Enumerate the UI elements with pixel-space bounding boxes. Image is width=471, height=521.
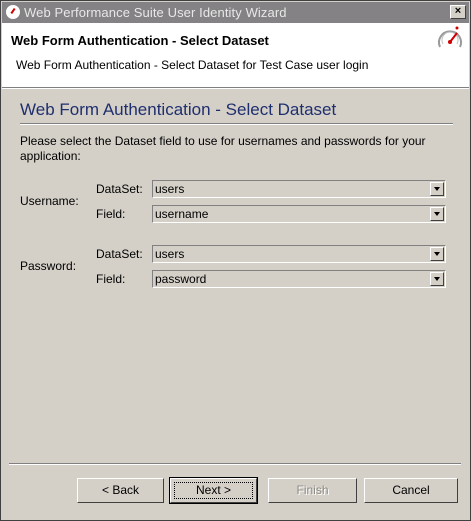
password-field-label: Field:	[96, 272, 126, 286]
chevron-down-icon[interactable]	[430, 247, 444, 261]
header-subtitle: Web Form Authentication - Select Dataset…	[16, 58, 369, 72]
next-button[interactable]: Next >	[169, 477, 258, 504]
wizard-header: Web Form Authentication - Select Dataset…	[2, 23, 469, 88]
username-dataset-value: users	[155, 182, 185, 196]
stopwatch-logo-icon	[438, 26, 462, 48]
header-divider	[2, 88, 469, 89]
finish-button[interactable]: Finish	[268, 478, 357, 503]
title-bar[interactable]: Web Performance Suite User Identity Wiza…	[2, 2, 469, 23]
password-field-value: password	[155, 272, 207, 286]
instructions-text: Please select the Dataset field to use f…	[20, 134, 426, 163]
username-group-label: Username:	[20, 194, 79, 208]
app-stopwatch-icon	[6, 5, 20, 19]
back-button[interactable]: < Back	[77, 478, 164, 503]
password-field-select[interactable]: password	[152, 270, 446, 288]
wizard-window: Web Performance Suite User Identity Wiza…	[0, 0, 471, 521]
password-dataset-label: DataSet:	[96, 247, 143, 261]
page-title: Web Form Authentication - Select Dataset	[20, 100, 337, 119]
window-title: Web Performance Suite User Identity Wiza…	[24, 5, 287, 20]
header-title: Web Form Authentication - Select Dataset	[11, 33, 269, 48]
username-field-label: Field:	[96, 207, 126, 221]
footer-divider	[9, 463, 461, 465]
title-divider	[20, 123, 453, 125]
password-dataset-value: users	[155, 247, 185, 261]
username-dataset-label: DataSet:	[96, 182, 143, 196]
close-button[interactable]: ×	[450, 5, 466, 19]
focus-ring	[174, 482, 253, 499]
username-field-value: username	[155, 207, 209, 221]
username-field-select[interactable]: username	[152, 205, 446, 223]
username-dataset-select[interactable]: users	[152, 180, 446, 198]
chevron-down-icon[interactable]	[430, 207, 444, 221]
chevron-down-icon[interactable]	[430, 272, 444, 286]
chevron-down-icon[interactable]	[430, 182, 444, 196]
cancel-button[interactable]: Cancel	[364, 478, 458, 503]
password-dataset-select[interactable]: users	[152, 245, 446, 263]
password-group-label: Password:	[20, 259, 77, 273]
